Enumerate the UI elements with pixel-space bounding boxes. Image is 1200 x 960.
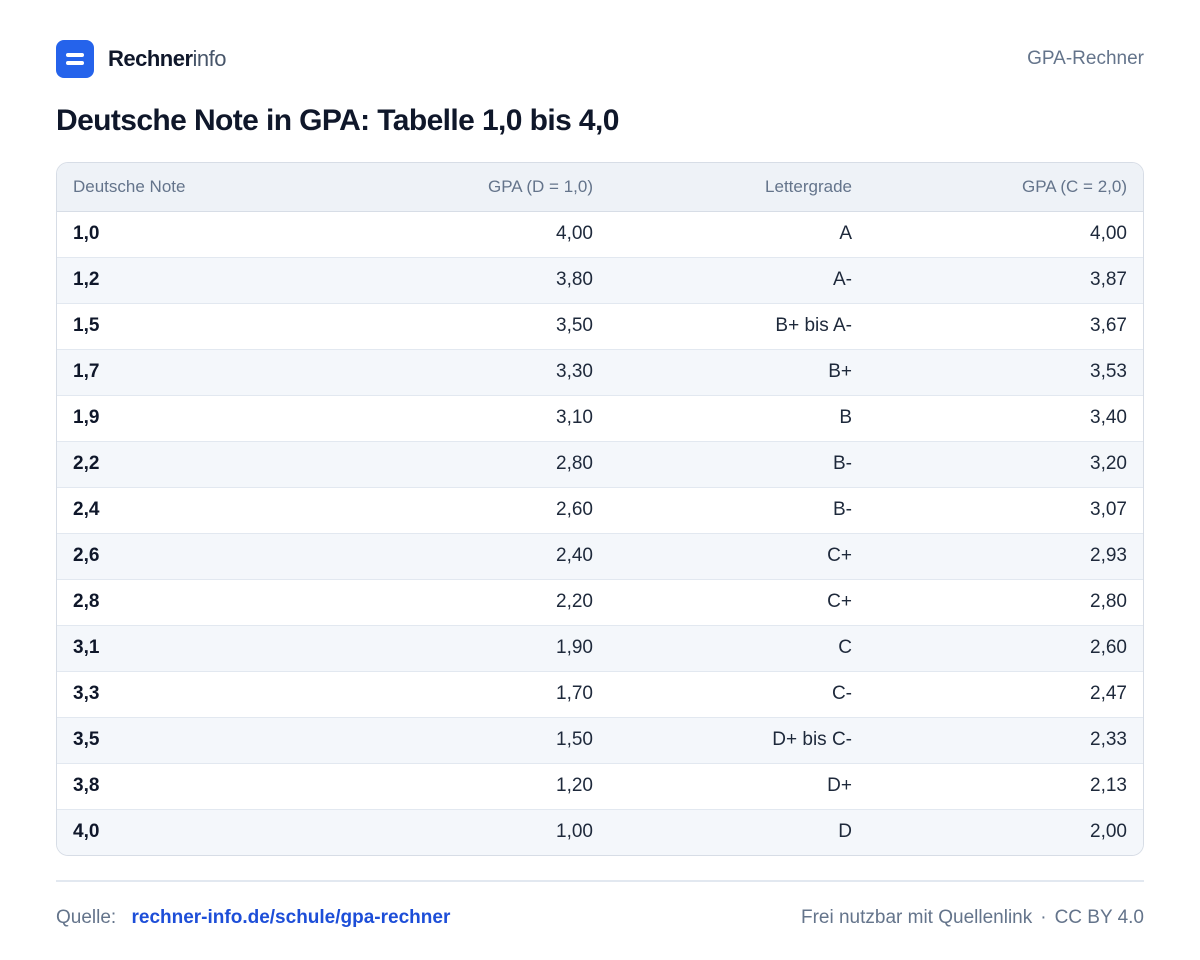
gpa-c-cell: 2,33 — [868, 716, 1143, 763]
source-label: Quelle: — [56, 907, 117, 928]
page-title: Deutsche Note in GPA: Tabelle 1,0 bis 4,… — [56, 104, 619, 137]
brand-name-bold: Rechner — [108, 46, 193, 71]
gpa-c-cell: 2,13 — [868, 762, 1143, 809]
deutsche-note-cell: 3,3 — [57, 670, 357, 717]
lettergrade-cell: B+ — [609, 348, 868, 395]
brand[interactable]: Rechnerinfo — [56, 40, 227, 78]
gpa-d-cell: 1,70 — [357, 670, 609, 717]
license-separator: · — [1040, 907, 1047, 928]
grade-table: Deutsche Note GPA (D = 1,0) Lettergrade … — [57, 163, 1143, 855]
gpa-d-cell: 2,60 — [357, 486, 609, 533]
brand-name-light: info — [192, 46, 227, 71]
gpa-d-cell: 1,20 — [357, 762, 609, 809]
gpa-d-cell: 2,80 — [357, 440, 609, 487]
gpa-d-cell: 3,10 — [357, 394, 609, 441]
table-row: 1,9 3,10 B 3,40 — [57, 394, 1143, 441]
deutsche-note-cell: 1,5 — [57, 302, 357, 349]
column-header-lettergrade: Lettergrade — [609, 163, 868, 212]
deutsche-note-cell: 4,0 — [57, 808, 357, 855]
brand-name: Rechnerinfo — [108, 46, 227, 72]
table-row: 2,4 2,60 B- 3,07 — [57, 486, 1143, 533]
page: Rechnerinfo GPA-Rechner Deutsche Note in… — [0, 0, 1200, 960]
footer: Quelle: rechner-info.de/schule/gpa-rechn… — [56, 902, 1144, 934]
gpa-d-cell: 2,40 — [357, 532, 609, 579]
deutsche-note-cell: 1,7 — [57, 348, 357, 395]
lettergrade-cell: B- — [609, 440, 868, 487]
deutsche-note-cell: 2,2 — [57, 440, 357, 487]
deutsche-note-cell: 2,8 — [57, 578, 357, 625]
source-link[interactable]: rechner-info.de/schule/gpa-rechner — [131, 907, 450, 928]
gpa-d-cell: 2,20 — [357, 578, 609, 625]
deutsche-note-cell: 1,9 — [57, 394, 357, 441]
gpa-d-cell: 4,00 — [556, 223, 593, 244]
gpa-d-cell: 3,80 — [357, 256, 609, 303]
gpa-d-cell: 1,00 — [357, 808, 609, 855]
logo-icon — [56, 40, 94, 78]
deutsche-note-cell: 2,4 — [57, 486, 357, 533]
license-line: Frei nutzbar mit Quellenlink · CC BY 4.0 — [801, 907, 1144, 929]
gpa-c-cell: 3,40 — [868, 394, 1143, 441]
deutsche-note-cell: 3,5 — [57, 716, 357, 763]
gpa-d-cell: 3,50 — [357, 302, 609, 349]
gpa-c-cell: 3,67 — [868, 302, 1143, 349]
lettergrade-cell: C — [609, 624, 868, 671]
section-label: GPA-Rechner — [1027, 48, 1144, 69]
table-row: 4,0 1,00 D 2,00 — [57, 808, 1143, 855]
lettergrade-cell: B- — [609, 486, 868, 533]
table-body: 1,0 4,00 A 4,00 1,2 3,80 A- 3,87 1,5 3,50 B+ bis A… — [57, 211, 1143, 855]
gpa-c-cell: 2,47 — [868, 670, 1143, 717]
deutsche-note-cell: 1,0 — [73, 223, 100, 244]
table-row: 2,8 2,20 C+ 2,80 — [57, 578, 1143, 625]
table-row: 3,3 1,70 C- 2,47 — [57, 670, 1143, 717]
license-text: Frei nutzbar mit Quellenlink — [800, 907, 1033, 928]
gpa-c-cell: 4,00 — [1090, 223, 1127, 244]
gpa-c-cell: 3,53 — [868, 348, 1143, 395]
lettergrade-cell: D+ bis C- — [609, 716, 868, 763]
lettergrade-cell: A- — [609, 256, 868, 303]
lettergrade-cell: C- — [609, 670, 868, 717]
lettergrade-cell: C+ — [609, 532, 868, 579]
lettergrade-cell: D — [609, 808, 868, 855]
gpa-d-cell: 1,90 — [357, 624, 609, 671]
lettergrade-cell: B — [609, 394, 868, 441]
lettergrade-cell: C+ — [609, 578, 868, 625]
gpa-c-cell: 3,07 — [868, 486, 1143, 533]
table-row: 3,5 1,50 D+ bis C- 2,33 — [57, 716, 1143, 763]
table-row: 2,6 2,40 C+ 2,93 — [57, 532, 1143, 579]
gpa-c-cell: 2,80 — [868, 578, 1143, 625]
lettergrade-cell: D+ — [609, 762, 868, 809]
deutsche-note-cell: 3,8 — [57, 762, 357, 809]
grade-table-card: Deutsche Note GPA (D = 1,0) Lettergrade … — [56, 162, 1144, 856]
gpa-c-cell: 3,20 — [868, 440, 1143, 487]
table-row: 1,0 4,00 A 4,00 — [57, 211, 1143, 257]
column-header-gpa-d: GPA (D = 1,0) — [357, 163, 609, 212]
gpa-c-cell: 3,87 — [868, 256, 1143, 303]
table-row: 1,7 3,30 B+ 3,53 — [57, 348, 1143, 395]
column-header-deutsche-note: Deutsche Note — [57, 163, 357, 212]
column-header-gpa-c: GPA (C = 2,0) — [868, 163, 1143, 212]
table-header: Deutsche Note GPA (D = 1,0) Lettergrade … — [57, 163, 1143, 212]
table-row: 3,1 1,90 C 2,60 — [57, 624, 1143, 671]
table-header-row: Deutsche Note GPA (D = 1,0) Lettergrade … — [57, 163, 1143, 212]
gpa-c-cell: 2,00 — [868, 808, 1143, 855]
gpa-d-cell: 1,50 — [357, 716, 609, 763]
lettergrade-cell: A — [839, 223, 852, 244]
footer-divider — [56, 880, 1144, 882]
gpa-c-cell: 2,60 — [868, 624, 1143, 671]
deutsche-note-cell: 2,6 — [57, 532, 357, 579]
deutsche-note-cell: 1,2 — [57, 256, 357, 303]
table-row: 1,5 3,50 B+ bis A- 3,67 — [57, 302, 1143, 349]
table-row: 3,8 1,20 D+ 2,13 — [57, 762, 1143, 809]
source-line: Quelle: rechner-info.de/schule/gpa-rechn… — [56, 907, 450, 929]
table-row: 2,2 2,80 B- 3,20 — [57, 440, 1143, 487]
gpa-c-cell: 2,93 — [868, 532, 1143, 579]
gpa-d-cell: 3,30 — [357, 348, 609, 395]
lettergrade-cell: B+ bis A- — [609, 302, 868, 349]
top-bar: Rechnerinfo GPA-Rechner — [56, 40, 1144, 78]
table-row: 1,2 3,80 A- 3,87 — [57, 256, 1143, 303]
license-name: CC BY 4.0 — [1054, 907, 1144, 928]
deutsche-note-cell: 3,1 — [57, 624, 357, 671]
